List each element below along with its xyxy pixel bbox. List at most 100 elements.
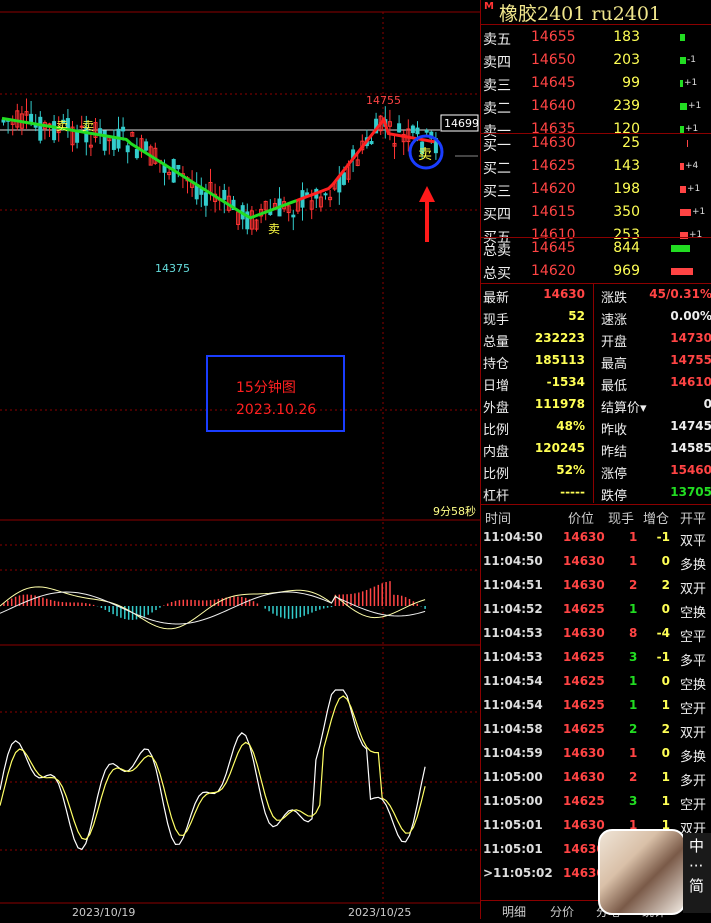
tick-time: 11:04:52 [483,602,543,616]
ask-row[interactable]: 卖四 14650 203 -1 [481,49,711,72]
stat-label: 最新 [483,291,510,306]
tick-volume: 1 [629,530,638,544]
level-volume: 183 [613,29,640,45]
bid-row[interactable]: 买二 14625 143 +4 [481,155,711,178]
level-bar [680,34,685,41]
level-label: 买一 [483,138,511,154]
tick-volume: 1 [629,746,638,760]
bid-row[interactable]: 买三 14620 198 +1 [481,178,711,201]
instrument-title: 橡胶2401 ru2401 [499,3,662,25]
tick-time: 11:04:59 [483,746,543,760]
tick-oi: 0 [661,674,670,688]
ask-row[interactable]: 卖三 14645 99 +1 [481,72,711,95]
candle [102,130,107,151]
annotation-timeframe: 15分钟图 [236,379,296,396]
candle [291,214,296,218]
level-price: 14615 [531,204,576,220]
tick-time: 11:04:50 [483,530,543,544]
stat-value: 14745 [670,419,711,433]
stat-label: 杠杆 [483,489,510,504]
stat-label: 比例 [483,467,510,482]
quote-panel: M 橡胶2401 ru2401 卖五 14655 183 卖四 14650 203 -1 卖三… [480,0,711,919]
tick-row[interactable]: 11:04:53 14630 8 -4 空平 [481,622,711,646]
level-volume: 350 [613,204,640,220]
tick-time: 11:05:01 [483,842,543,856]
candle [323,193,328,196]
tick-oi: 1 [661,794,670,808]
tick-row[interactable]: 11:04:51 14630 2 2 双开 [481,574,711,598]
tick-volume: 2 [629,722,638,736]
level-label: 卖五 [483,32,511,48]
level-bar [687,140,688,147]
tick-type: 双开 [680,726,707,741]
stat-value: ----- [560,485,585,499]
stat-row: 内盘 120245 昨结 14585 [481,438,711,461]
level-change: -1 [687,55,696,65]
candle [144,141,149,151]
tick-row[interactable]: 11:05:00 14625 3 1 空开 [481,790,711,814]
stat-label: 现手 [483,313,510,328]
tick-row[interactable]: 11:04:54 14625 1 0 空换 [481,670,711,694]
stat-row: 外盘 111978 结算价▾ 0 [481,394,711,417]
tick-time: 11:05:01 [483,818,543,832]
tick-volume: 3 [629,794,638,808]
kline-chart-svg[interactable]: 卖 卖 卖 卖 14755 14375 14699 15分钟图 2023.10.… [0,0,480,919]
tick-volume: 1 [629,674,638,688]
ma-line-green [1,116,297,220]
total-label: 总买 [483,266,511,282]
total-bar [671,268,693,275]
tick-price: 14625 [563,698,605,712]
stat-row: 最新 14630 涨跌 45/0.31% [481,284,711,307]
stat-value: 111978 [534,397,585,411]
ask-row[interactable]: 卖五 14655 183 [481,26,711,49]
tick-type: 多换 [680,558,707,573]
stat-label: 速涨 [601,313,628,328]
tick-oi: 2 [661,722,670,736]
stat-label: 昨结 [601,445,628,460]
x-axis-label: 2023/10/25 [348,906,411,919]
level-price: 14630 [531,135,576,151]
ask-row[interactable]: 卖二 14640 239 +1 [481,95,711,118]
stat-value: 120245 [534,441,585,455]
tick-price: 14625 [563,722,605,736]
tick-row[interactable]: 11:05:00 14630 2 1 多开 [481,766,711,790]
candle [397,123,402,133]
total-price: 14620 [531,263,576,279]
stat-label: 外盘 [483,401,510,416]
stat-label: 涨跌 [601,291,628,306]
tick-row[interactable]: 11:04:50 14630 1 -1 双平 [481,526,711,550]
level-bar [680,186,686,193]
bid-row[interactable]: 买一 14630 25 [481,132,711,155]
level-price: 14655 [531,29,576,45]
tick-time: >11:05:02 [483,866,553,880]
level-bar [680,80,683,87]
tick-price: 14630 [563,554,605,568]
tick-price: 14625 [563,794,605,808]
candle [121,126,126,132]
sell-marker-current: 卖 [418,147,432,163]
tick-row[interactable]: 11:04:50 14630 1 0 多换 [481,550,711,574]
tick-row[interactable]: 11:04:58 14625 2 2 双开 [481,718,711,742]
floating-avatar[interactable] [598,829,686,915]
total-volume: 969 [613,263,640,279]
stat-label: 总量 [483,335,510,350]
tick-row[interactable]: 11:04:52 14625 1 0 空换 [481,598,711,622]
tick-volume: 1 [629,698,638,712]
level-change: +1 [687,184,701,194]
stat-value: 232223 [534,331,585,345]
kline-chart-area[interactable]: 卖 卖 卖 卖 14755 14375 14699 15分钟图 2023.10.… [0,0,480,919]
tick-type: 空开 [680,798,707,813]
level-label: 买四 [483,207,511,223]
level-label: 买二 [483,161,511,177]
oscillator-line-1 [0,689,426,851]
tick-row[interactable]: 11:04:59 14630 1 0 多换 [481,742,711,766]
tick-row[interactable]: 11:04:54 14625 1 1 空开 [481,694,711,718]
tick-time: 11:05:00 [483,770,543,784]
candle [222,189,227,200]
tab-detail[interactable]: 明细 [502,903,526,920]
bid-row[interactable]: 买四 14615 350 +1 [481,201,711,224]
floating-lang-widget[interactable]: 中 ··· 简 [683,833,711,913]
tick-row[interactable]: 11:04:53 14625 3 -1 多平 [481,646,711,670]
tab-price[interactable]: 分价 [550,903,574,920]
stat-label: 持仓 [483,357,510,372]
